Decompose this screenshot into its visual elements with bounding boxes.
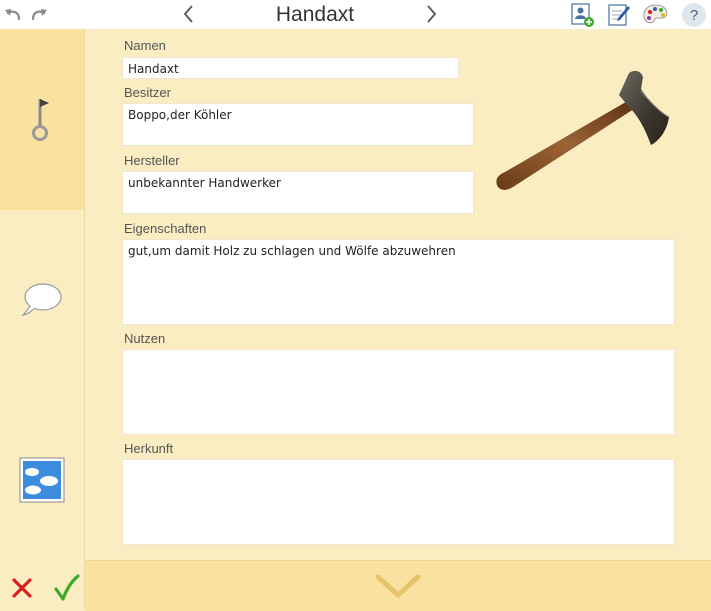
edit-note-icon[interactable] xyxy=(605,1,633,28)
toolbar: Handaxt ? xyxy=(0,0,711,30)
add-person-icon[interactable] xyxy=(568,1,596,28)
speech-bubble-icon xyxy=(21,283,62,316)
palette-icon[interactable] xyxy=(641,1,671,28)
label-herkunft: Herkunft xyxy=(124,441,174,456)
chevron-down-icon[interactable] xyxy=(374,573,422,599)
form-area: Namen Handaxt Besitzer Boppo,der Köhler … xyxy=(85,29,711,560)
chevron-right-icon[interactable] xyxy=(420,3,442,25)
sidebar-tab-image[interactable] xyxy=(0,390,84,570)
label-eigenschaften: Eigenschaften xyxy=(124,221,207,236)
help-label: ? xyxy=(689,6,699,24)
chevron-left-icon[interactable] xyxy=(178,3,200,25)
nutzen-field[interactable] xyxy=(122,349,675,435)
label-nutzen: Nutzen xyxy=(124,331,166,346)
label-namen: Namen xyxy=(124,38,166,53)
sidebar-tab-key[interactable] xyxy=(0,29,84,210)
close-icon[interactable] xyxy=(10,576,34,600)
image-icon xyxy=(19,457,65,503)
axe-image[interactable] xyxy=(491,69,671,199)
key-icon xyxy=(32,98,49,141)
bottom-actions xyxy=(0,560,84,610)
namen-field[interactable]: Handaxt xyxy=(122,57,459,79)
hersteller-field[interactable]: unbekannter Handwerker xyxy=(122,171,474,214)
check-icon[interactable] xyxy=(54,574,80,602)
undo-icon[interactable] xyxy=(2,3,24,25)
bottom-bar xyxy=(85,560,711,611)
redo-icon[interactable] xyxy=(28,3,50,25)
page-title: Handaxt xyxy=(275,3,355,26)
help-icon[interactable]: ? xyxy=(682,3,706,27)
besitzer-field[interactable]: Boppo,der Köhler xyxy=(122,103,474,146)
sidebar xyxy=(0,29,85,610)
label-hersteller: Hersteller xyxy=(124,153,180,168)
sidebar-tab-speech[interactable] xyxy=(0,210,84,390)
eigenschaften-field[interactable]: gut,um damit Holz zu schlagen und Wölfe … xyxy=(122,239,675,325)
herkunft-field[interactable] xyxy=(122,459,675,545)
label-besitzer: Besitzer xyxy=(124,85,171,100)
